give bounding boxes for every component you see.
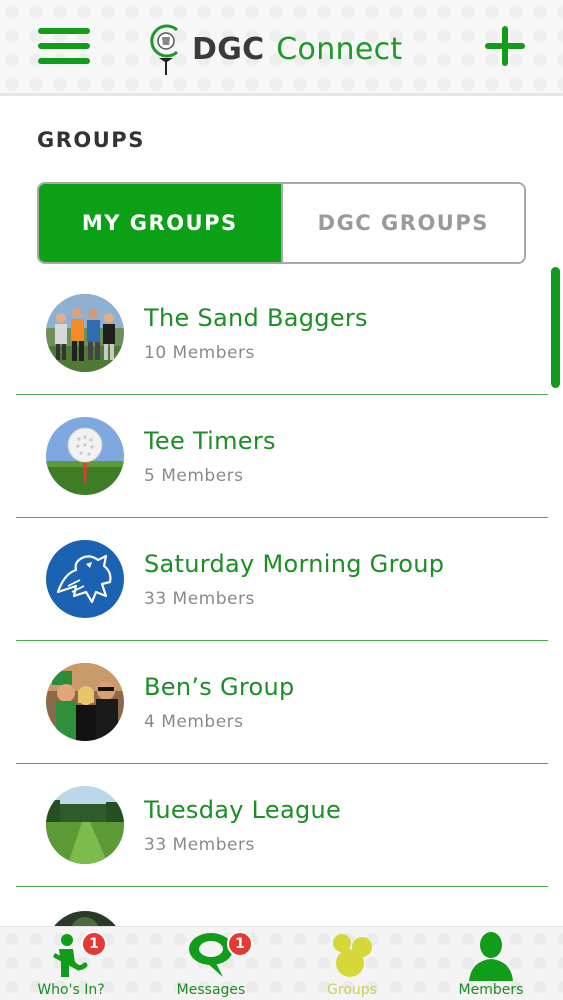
- group-circles-icon: [333, 934, 372, 977]
- plus-icon[interactable]: [485, 26, 525, 66]
- groups-segmented-control: MY GROUPS DGC GROUPS: [37, 182, 526, 264]
- app-header: DGC Connect: [0, 0, 563, 96]
- group-name: Tee Timers: [144, 427, 276, 455]
- tab-messages[interactable]: 1 Messages: [151, 927, 271, 1000]
- tab-members[interactable]: Members: [431, 927, 551, 1000]
- brand-light: Connect: [276, 31, 403, 67]
- group-name: Ben’s Group: [144, 673, 295, 701]
- tab-whos-in[interactable]: 1 Who's In?: [11, 927, 131, 1000]
- app-logo: DGC Connect: [148, 22, 402, 76]
- chat-bubble-icon: [189, 933, 233, 977]
- group-avatar: [46, 786, 124, 864]
- brand-bold: DGC: [192, 31, 265, 67]
- golfer-icon: [53, 934, 88, 977]
- group-member-count: 33 Members: [144, 835, 255, 855]
- hamburger-menu-icon[interactable]: [38, 28, 90, 64]
- messages-badge: 1: [227, 931, 253, 957]
- group-avatar: [46, 663, 124, 741]
- group-member-count: 5 Members: [144, 466, 244, 486]
- group-member-count: 33 Members: [144, 589, 255, 609]
- group-name: Saturday Morning Group: [144, 550, 445, 578]
- page-title: GROUPS: [37, 128, 145, 152]
- tab-label: Who's In?: [37, 982, 105, 998]
- tab-label: Groups: [327, 982, 377, 998]
- whos-in-badge: 1: [81, 931, 107, 957]
- list-item[interactable]: Tee Timers 5 Members: [16, 395, 548, 518]
- group-avatar: [46, 294, 124, 372]
- group-name: The Sand Baggers: [144, 304, 368, 332]
- group-member-count: 4 Members: [144, 712, 244, 732]
- scrollbar[interactable]: [551, 267, 560, 388]
- list-item[interactable]: Tuesday League 33 Members: [16, 764, 548, 887]
- tab-label: Members: [458, 982, 524, 998]
- group-avatar: [46, 417, 124, 495]
- group-avatar: [46, 540, 124, 618]
- group-name: Tuesday League: [144, 796, 342, 824]
- list-item[interactable]: Saturday Morning Group 33 Members: [16, 518, 548, 641]
- app-title: DGC Connect: [192, 32, 402, 67]
- tab-dgc-groups[interactable]: DGC GROUPS: [280, 184, 524, 262]
- groups-list: The Sand Baggers 10 Members Tee Timers 5…: [16, 272, 548, 989]
- tab-my-groups[interactable]: MY GROUPS: [39, 184, 281, 262]
- list-item[interactable]: The Sand Baggers 10 Members: [16, 272, 548, 395]
- person-icon: [469, 932, 513, 981]
- golf-tee-logo-icon: [150, 24, 179, 75]
- list-item[interactable]: Ben’s Group 4 Members: [16, 641, 548, 764]
- group-member-count: 10 Members: [144, 343, 255, 363]
- bottom-tab-bar: 1 Who's In? 1 Messages Groups Members: [0, 926, 563, 1000]
- tab-groups[interactable]: Groups: [292, 927, 412, 1000]
- tab-label: Messages: [176, 982, 246, 998]
